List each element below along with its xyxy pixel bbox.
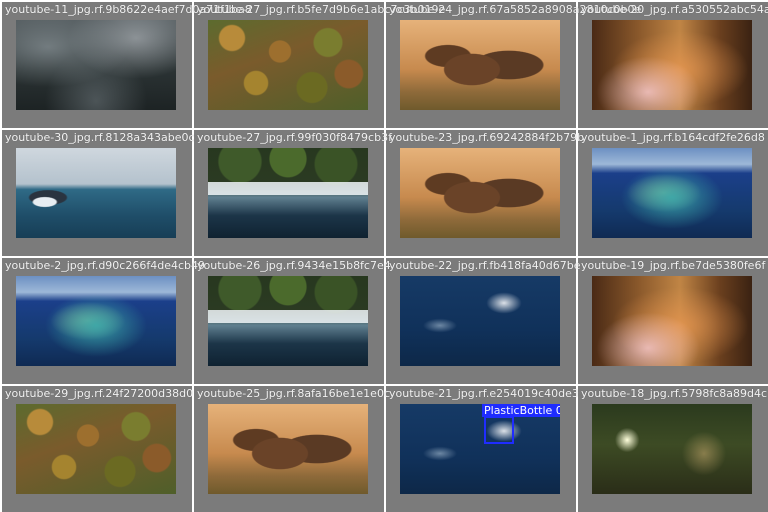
grid-tile[interactable]: youtube-11_jpg.rf.9b8622e4aef7d0a71f1ba8 (2, 2, 252, 128)
grid-tile[interactable]: youtube-2_jpg.rf.d90c266f4de4cb49 (2, 258, 205, 384)
grid-tile[interactable]: youtube-27_jpg.rf.99f030f8479cb3f (194, 130, 392, 256)
grid-tile[interactable]: youtube-21_jpg.rf.e254019c40de3 PlasticB… (386, 386, 579, 512)
lioness-thumbnail[interactable] (208, 404, 368, 494)
grid-tile[interactable]: youtube-30_jpg.rf.8128a343abe0c (2, 130, 195, 256)
grid-tile[interactable]: youtube-1_jpg.rf.b164cdf2fe26d8 (578, 130, 768, 256)
waterfall-thumbnail[interactable] (208, 276, 368, 366)
tile-caption: youtube-19_jpg.rf.be7de5380fe6f (581, 259, 766, 272)
tile-caption: youtube-18_jpg.rf.5798fc8a89d4c (581, 387, 768, 400)
tile-caption: youtube-23_jpg.rf.69242884f2b79b (389, 131, 585, 144)
forest-aerial-thumbnail[interactable] (16, 404, 176, 494)
tile-caption: youtube-27_jpg.rf.99f030f8479cb3f (197, 131, 392, 144)
detection-bounding-box (484, 416, 514, 444)
grid-tile[interactable]: youtube-26_jpg.rf.9434e15b8fc7e4 (194, 258, 391, 384)
grid-tile[interactable]: youtube-18_jpg.rf.5798fc8a89d4c (578, 386, 768, 512)
tile-caption: youtube-2_jpg.rf.d90c266f4de4cb49 (5, 259, 205, 272)
detection-label: PlasticBottle 0.5 (482, 404, 560, 417)
tile-caption: youtube-25_jpg.rf.8afa16be1e1e0c (197, 387, 390, 400)
grid-tile[interactable]: youtube-20_jpg.rf.a530552abc54a (578, 2, 768, 128)
forest-aerial-thumbnail[interactable] (208, 20, 368, 110)
sunlit-glow-thumbnail[interactable] (592, 20, 752, 110)
reef-aerial-thumbnail[interactable] (16, 276, 176, 366)
tile-caption: youtube-29_jpg.rf.24f27200d38d0 (5, 387, 194, 400)
reef-aerial-thumbnail[interactable] (592, 148, 752, 238)
image-grid: youtube-11_jpg.rf.9b8622e4aef7d0a71f1ba8… (0, 0, 768, 512)
waterfall-thumbnail[interactable] (208, 148, 368, 238)
lioness-thumbnail[interactable] (400, 148, 560, 238)
tile-caption: youtube-21_jpg.rf.e254019c40de3 (389, 387, 579, 400)
dolphin-thumbnail[interactable] (16, 148, 176, 238)
grid-tile[interactable]: youtube-22_jpg.rf.fb418fa40d67be (386, 258, 581, 384)
canopy-sun-thumbnail[interactable] (592, 404, 752, 494)
grid-tile[interactable]: youtube-24_jpg.rf.67a5852a8908a2810c0b0e (386, 2, 641, 128)
sunlit-glow-thumbnail[interactable] (592, 276, 752, 366)
tile-caption: youtube-22_jpg.rf.fb418fa40d67be (389, 259, 581, 272)
lioness-thumbnail[interactable] (400, 20, 560, 110)
grid-tile[interactable]: youtube-23_jpg.rf.69242884f2b79b (386, 130, 584, 256)
grid-tile[interactable]: youtube-27_jpg.rf.b5fe7d9b6e1abc7c3b019e (194, 2, 445, 128)
fog-forest-thumbnail[interactable] (16, 20, 176, 110)
tile-caption: youtube-30_jpg.rf.8128a343abe0c (5, 131, 195, 144)
tile-caption: youtube-1_jpg.rf.b164cdf2fe26d8 (581, 131, 765, 144)
grid-tile[interactable]: youtube-25_jpg.rf.8afa16be1e1e0c (194, 386, 390, 512)
tile-caption: youtube-20_jpg.rf.a530552abc54a (581, 3, 768, 16)
ocean-detection-thumbnail[interactable]: PlasticBottle 0.5 (400, 404, 560, 494)
ocean-whale-thumbnail[interactable] (400, 276, 560, 366)
grid-tile[interactable]: youtube-29_jpg.rf.24f27200d38d0 (2, 386, 194, 512)
grid-tile[interactable]: youtube-19_jpg.rf.be7de5380fe6f (578, 258, 768, 384)
tile-caption: youtube-26_jpg.rf.9434e15b8fc7e4 (197, 259, 391, 272)
